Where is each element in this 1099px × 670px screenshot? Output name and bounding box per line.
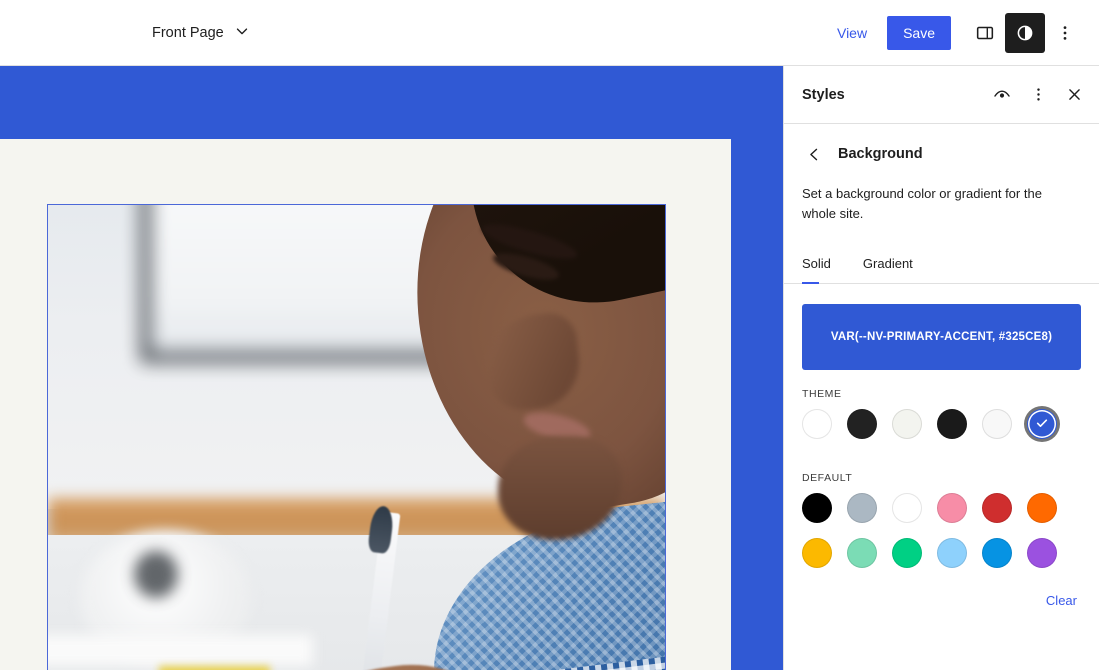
default-palette-group: DEFAULT	[784, 454, 1099, 583]
color-swatch-default-luminous-orange[interactable]	[1027, 493, 1057, 524]
document-title-dropdown[interactable]: Front Page	[146, 16, 257, 50]
save-button[interactable]: Save	[887, 15, 951, 50]
image-block-photo	[48, 205, 665, 670]
color-swatch-default-vivid-green[interactable]	[892, 538, 922, 569]
color-swatch-theme-light-gray[interactable]	[982, 409, 1012, 440]
clear-button[interactable]: Clear	[1042, 587, 1081, 614]
styles-contrast-icon[interactable]	[1005, 12, 1045, 53]
theme-swatch-row	[802, 409, 1081, 454]
editor-toolbar: Front Page View Save	[0, 0, 1099, 66]
clear-row: Clear	[784, 583, 1099, 614]
styles-header-actions	[985, 78, 1091, 112]
image-block[interactable]	[47, 204, 666, 670]
styles-panel-nav: Background	[784, 124, 1099, 170]
color-swatch-theme-off-white[interactable]	[892, 409, 922, 440]
site-editor-canvas[interactable]	[0, 66, 783, 670]
color-swatch-default-black[interactable]	[802, 493, 832, 524]
default-swatch-row	[802, 493, 1081, 583]
close-icon[interactable]	[1057, 78, 1091, 112]
color-swatch-theme-black[interactable]	[937, 409, 967, 440]
color-swatch-default-pale-cyan[interactable]	[937, 538, 967, 569]
styles-sidebar-header: Styles	[784, 66, 1099, 124]
document-title-label: Front Page	[152, 24, 224, 41]
sidebar-toggle-icon[interactable]	[965, 13, 1005, 53]
site-content-area	[0, 139, 731, 670]
color-swatch-default-vivid-purple[interactable]	[1027, 538, 1057, 569]
color-swatch-default-vivid-cyan[interactable]	[982, 538, 1012, 569]
selected-color-preview-wrap: VAR(--NV-PRIMARY-ACCENT, #325CE8)	[784, 284, 1099, 371]
theme-palette-group: THEME	[784, 370, 1099, 454]
background-type-tabs: Solid Gradient	[784, 224, 1099, 285]
color-swatch-default-white[interactable]	[892, 493, 922, 524]
view-link[interactable]: View	[825, 17, 879, 49]
color-swatch-theme-near-black[interactable]	[847, 409, 877, 440]
styles-panel-title: Styles	[802, 86, 845, 103]
check-icon	[1034, 415, 1050, 434]
eye-icon[interactable]	[985, 78, 1019, 112]
color-swatch-default-pale-pink[interactable]	[937, 493, 967, 524]
chevron-down-icon	[233, 22, 251, 44]
default-palette-label: DEFAULT	[802, 472, 853, 485]
editor-body: Styles Background Set a background color…	[0, 66, 1099, 670]
selected-color-preview[interactable]: VAR(--NV-PRIMARY-ACCENT, #325CE8)	[802, 304, 1081, 371]
color-swatch-theme-accent-blue[interactable]	[1027, 409, 1057, 440]
background-panel-description: Set a background color or gradient for t…	[802, 186, 1042, 222]
color-swatch-theme-white[interactable]	[802, 409, 832, 440]
toolbar-more-menu-icon[interactable]	[1045, 13, 1085, 53]
color-swatch-default-light-green[interactable]	[847, 538, 877, 569]
toolbar-right-group: View Save	[825, 12, 1099, 53]
toolbar-left-group: Front Page	[0, 16, 257, 50]
editor-root: Front Page View Save Styles Background S…	[0, 0, 1099, 670]
color-swatch-default-vivid-red[interactable]	[982, 493, 1012, 524]
styles-sidebar: Styles Background Set a background color…	[783, 66, 1099, 670]
chevron-left-icon[interactable]	[802, 142, 826, 166]
background-panel-title: Background	[838, 146, 923, 162]
tab-solid[interactable]: Solid	[802, 250, 841, 285]
tab-gradient[interactable]: Gradient	[863, 250, 923, 283]
color-swatch-default-cyan-gray[interactable]	[847, 493, 877, 524]
color-swatch-default-luminous-amber[interactable]	[802, 538, 832, 569]
theme-palette-label: THEME	[802, 388, 842, 401]
site-header-band	[0, 66, 783, 139]
styles-more-menu-icon[interactable]	[1021, 78, 1055, 112]
